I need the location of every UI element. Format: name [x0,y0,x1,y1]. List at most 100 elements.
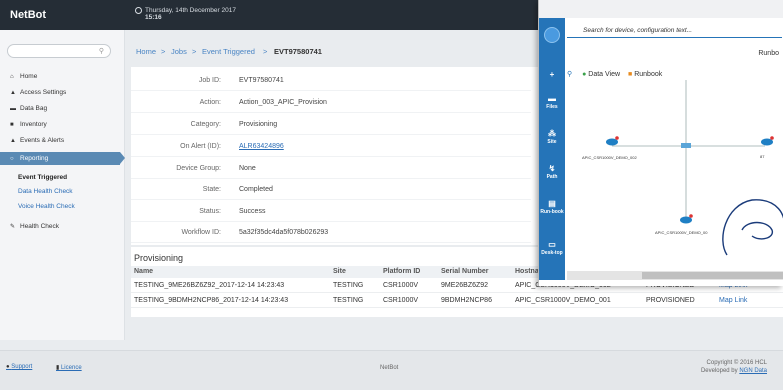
cell-platform: CSR1000V [383,297,419,304]
router-icon[interactable] [761,136,774,146]
home-icon: ⌂ [10,74,14,80]
cell-site: TESTING [333,282,364,289]
sidebar-search-input[interactable]: ⚲ [7,44,111,58]
topology-map[interactable]: APIC_CSR1000V_DEMO_002 APIC_CSR1000V_DEM… [567,69,783,270]
detail-label: Device Group: [176,165,221,172]
developer-link[interactable]: NGN Data [739,368,767,374]
topology-svg [606,69,783,256]
detail-label: Category: [190,121,221,128]
brand-logo: NetBot [10,9,47,21]
popup-nav-desktop[interactable]: ▭ Desk-top [539,240,565,256]
detail-value: Completed [239,186,273,193]
detail-label: Workflow ID: [181,229,221,236]
detail-value: Provisioning [239,121,278,128]
breadcrumb-event-triggered[interactable]: Event Triggered [202,47,255,56]
cell-status: PROVISIONED [646,297,695,304]
column-header[interactable]: Site [333,266,346,278]
popup-nav-files[interactable]: ▬ Files [539,94,565,110]
alert-id-link[interactable]: ALR63424896 [239,136,284,157]
breadcrumb-sep: > [263,47,268,56]
monitor-icon: ▭ [548,240,556,249]
plus-icon: + [549,70,555,79]
popup-search-input[interactable]: Search for device, configuration text... [567,23,782,38]
router-icon[interactable] [680,214,693,224]
detail-value: Success [239,208,266,215]
job-details-panel: Job ID: EVT97580741 Action: Action_003_API… [131,67,551,245]
column-header[interactable]: Hostna [515,266,539,278]
search-icon: ⚲ [567,71,573,78]
folder-icon: ▬ [548,94,556,103]
data-view-icon: ● [582,71,587,78]
licence-link[interactable]: ▮ Licence [56,364,82,371]
detail-row: On Alert (ID): ALR63424896 [131,136,531,157]
runbook-tab[interactable]: Runbook [634,71,662,78]
detail-row: Device Group: None [131,158,531,179]
detail-label: Action: [199,99,221,106]
search-icon: ⚲ [98,48,104,55]
wrench-icon: ✎ [10,224,16,230]
head-profile-icon [722,199,783,256]
detail-row: Status: Success [131,201,531,222]
netbrain-popup: + ▬ Files ⁂ Site ↯ Path ▤ Run-book ▭ Desk-top… [538,0,783,286]
detail-label: State: [202,186,221,193]
support-link[interactable]: ● Support [6,364,32,370]
detail-label: Status: [199,208,221,215]
popup-side-nav: + ▬ Files ⁂ Site ↯ Path ▤ Run-book ▭ Desk-top [539,18,565,280]
sitemap-icon: ⁂ [548,129,556,138]
view-bar: ⚲ ● Data View ■ Runbook [567,70,662,78]
breadcrumb-sep: > [192,47,197,56]
popup-url-bar [539,0,783,18]
cell-serial: 9BDMH2NCP86 [441,297,492,304]
table-row: TESTING_9BDMH2NCP86_2017-12-14 14:23:43 … [131,294,783,308]
runbook-icon: ■ [628,71,633,78]
device-label: 87 [760,154,765,159]
footer: ● Support ▮ Licence NetBot Copyright © 2… [0,350,783,390]
popup-nav-site[interactable]: ⁂ Site [539,129,565,145]
detail-row: Job ID: EVT97580741 [131,70,531,91]
briefcase-icon: ▬ [10,106,16,112]
footer-brand: NetBot [380,365,399,371]
lock-icon: ▲ [10,90,16,96]
detail-value: 5a32f35dc4da5f078b026293 [239,229,329,236]
clock-icon [135,7,142,14]
cell-site: TESTING [333,297,364,304]
printer-icon: ■ [10,122,14,128]
current-time: 15:16 [145,14,162,21]
breadcrumb-current: EVT97580741 [274,47,322,56]
scrollbar-thumb[interactable] [642,272,783,279]
book-icon: ▤ [548,199,556,208]
switch-icon[interactable] [681,143,691,148]
device-label: APIC_CSR1000V_DEMO_002 [582,155,637,160]
popup-nav-add[interactable]: + [539,70,565,80]
circle-icon: ○ [10,156,14,162]
breadcrumb-home[interactable]: Home [136,47,156,56]
detail-row: Action: Action_003_APIC_Provision [131,92,531,113]
breadcrumb-jobs[interactable]: Jobs [171,47,187,56]
popup-nav-path[interactable]: ↯ Path [539,164,565,180]
hamburger-menu-icon[interactable] [544,27,560,43]
detail-value: EVT97580741 [239,77,284,84]
router-icon[interactable] [606,136,619,146]
map-link[interactable]: Map Link [719,294,747,308]
horizontal-scrollbar[interactable] [567,271,783,280]
bell-icon: ▲ [10,138,16,144]
cell-name: TESTING_9BDMH2NCP86_2017-12-14 14:23:43 [134,297,289,304]
data-view-tab[interactable]: Data View [588,71,620,78]
cell-serial: 9ME26BZ6Z92 [441,282,489,289]
detail-row: State: Completed [131,179,531,200]
detail-label: On Alert (ID): [180,143,221,150]
detail-row: Workflow ID: 5a32f35dc4da5f078b026293 [131,222,531,243]
detail-value: Action_003_APIC_Provision [239,99,327,106]
cell-hostname: APIC_CSR1000V_DEMO_001 [515,297,611,304]
cell-name: TESTING_9ME26BZ6Z92_2017-12-14 14:23:43 [134,282,285,289]
cell-platform: CSR1000V [383,282,419,289]
column-header[interactable]: Platform ID [383,266,420,278]
path-icon: ↯ [548,164,556,173]
column-header[interactable]: Serial Number [441,266,488,278]
provisioning-title: Provisioning [134,253,184,263]
column-header[interactable]: Name [134,266,153,278]
breadcrumb-sep: > [161,47,166,56]
popup-nav-runbook[interactable]: ▤ Run-book [539,199,565,215]
current-date: Thursday, 14th December 2017 [145,7,236,14]
runbook-label: Runbo [758,50,779,57]
